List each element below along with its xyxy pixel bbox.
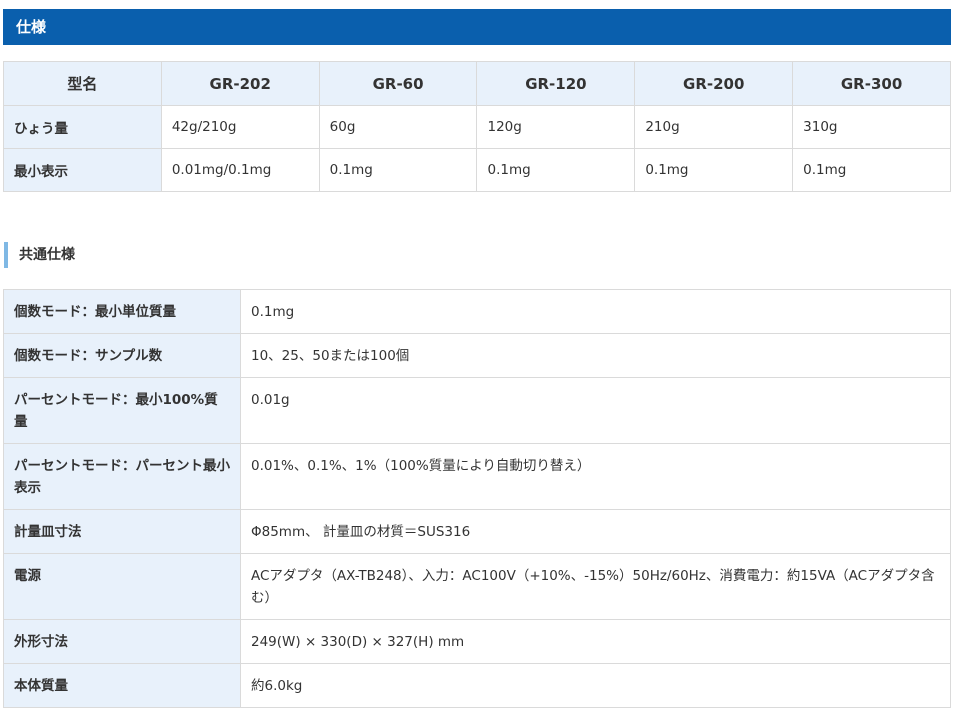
table-row: 本体質量 約6.0kg: [3, 663, 951, 708]
row-label: 本体質量: [3, 663, 241, 708]
table-row: ひょう量 42g/210g 60g 120g 210g 310g: [3, 105, 951, 149]
row-label: 個数モード：サンプル数: [3, 333, 241, 378]
row-label: ひょう量: [3, 105, 162, 149]
row-value: 0.01g: [240, 377, 951, 444]
table-row: 個数モード：最小単位質量 0.1mg: [3, 289, 951, 334]
model-header-cell: GR-120: [476, 61, 636, 106]
common-spec-heading: 共通仕様: [4, 242, 75, 268]
spec-section-header: 仕様: [3, 9, 951, 45]
row-value: 約6.0kg: [240, 663, 951, 708]
common-spec-table: 個数モード：最小単位質量 0.1mg 個数モード：サンプル数 10、25、50ま…: [3, 289, 951, 708]
spec-title: 仕様: [16, 18, 47, 36]
row-value: 10、25、50または100個: [240, 333, 951, 378]
table-cell: 120g: [476, 105, 636, 149]
row-label: パーセントモード：最小100%質量: [3, 377, 241, 444]
table-row: 外形寸法 249(W) × 330(D) × 327(H) mm: [3, 619, 951, 664]
row-value: ACアダプタ（AX-TB248）、入力：AC100V（+10%、-15%）50H…: [240, 553, 951, 620]
row-label: 最小表示: [3, 148, 162, 192]
model-header-cell: GR-200: [634, 61, 794, 106]
model-spec-table: 型名 GR-202 GR-60 GR-120 GR-200 GR-300 ひょう…: [3, 61, 951, 192]
table-row: 電源 ACアダプタ（AX-TB248）、入力：AC100V（+10%、-15%）…: [3, 553, 951, 620]
model-header-cell: GR-300: [792, 61, 951, 106]
model-header-cell: 型名: [3, 61, 162, 106]
table-cell: 60g: [318, 105, 478, 149]
row-label: 外形寸法: [3, 619, 241, 664]
table-row: パーセントモード：最小100%質量 0.01g: [3, 377, 951, 444]
row-value: 0.01%、0.1%、1%（100%質量により自動切り替え）: [240, 443, 951, 510]
row-value: 249(W) × 330(D) × 327(H) mm: [240, 619, 951, 664]
common-spec-title: 共通仕様: [19, 247, 75, 263]
table-cell: 42g/210g: [160, 105, 320, 149]
table-row: 個数モード：サンプル数 10、25、50または100個: [3, 333, 951, 378]
table-cell: 0.1mg: [634, 148, 794, 192]
row-value: 0.1mg: [240, 289, 951, 334]
model-header-row: 型名 GR-202 GR-60 GR-120 GR-200 GR-300: [3, 61, 951, 106]
model-header-cell: GR-60: [318, 61, 478, 106]
table-cell: 0.01mg/0.1mg: [160, 148, 320, 192]
table-cell: 310g: [792, 105, 951, 149]
table-cell: 0.1mg: [318, 148, 478, 192]
row-label: 計量皿寸法: [3, 509, 241, 554]
table-cell: 0.1mg: [476, 148, 636, 192]
row-label: パーセントモード：パーセント最小表示: [3, 443, 241, 510]
row-label: 電源: [3, 553, 241, 620]
table-row: 計量皿寸法 Φ85mm、 計量皿の材質＝SUS316: [3, 509, 951, 554]
table-cell: 0.1mg: [792, 148, 951, 192]
model-header-cell: GR-202: [160, 61, 320, 106]
row-label: 個数モード：最小単位質量: [3, 289, 241, 334]
table-row: 最小表示 0.01mg/0.1mg 0.1mg 0.1mg 0.1mg 0.1m…: [3, 148, 951, 192]
row-value: Φ85mm、 計量皿の材質＝SUS316: [240, 509, 951, 554]
table-cell: 210g: [634, 105, 794, 149]
table-row: パーセントモード：パーセント最小表示 0.01%、0.1%、1%（100%質量に…: [3, 443, 951, 510]
